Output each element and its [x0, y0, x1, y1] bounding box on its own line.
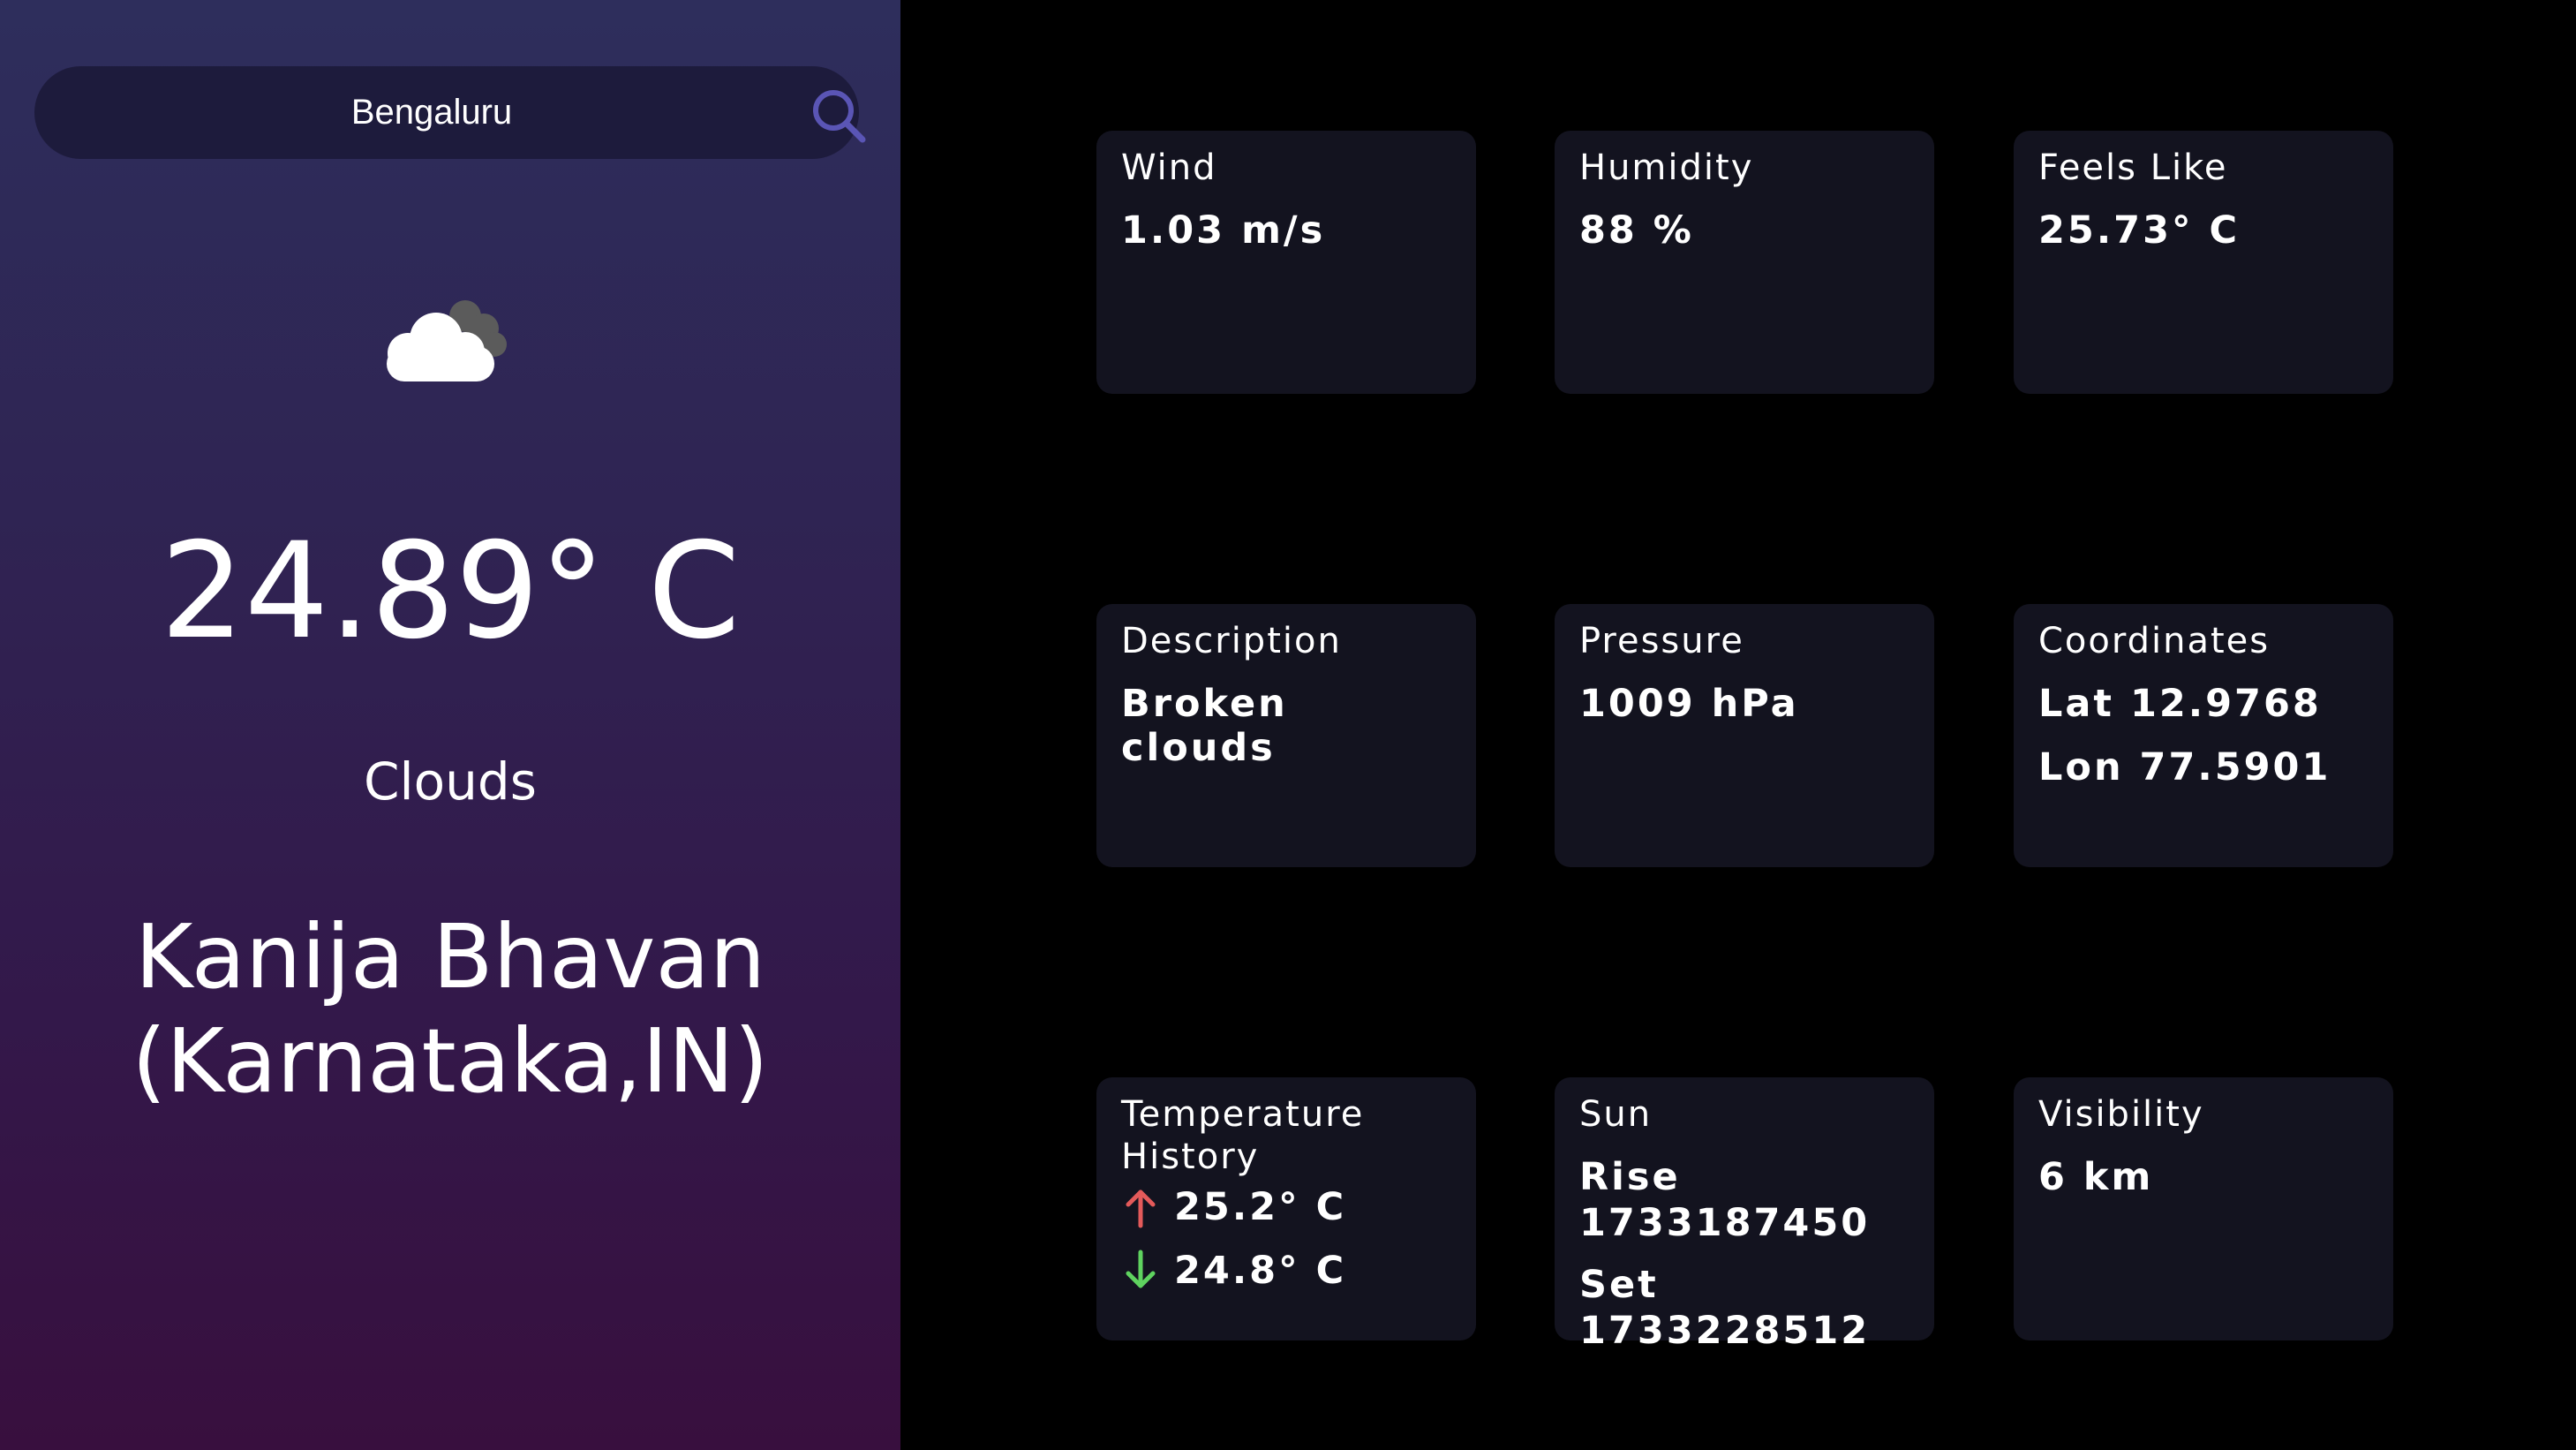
sunset-block: Set 1733228512 [1579, 1263, 1909, 1353]
temperature-history-card: Temperature History 25.2° C 24.8° C [1096, 1077, 1476, 1340]
arrow-down-icon [1126, 1250, 1156, 1288]
search-input[interactable] [87, 66, 776, 159]
sunset-label: Set [1579, 1263, 1659, 1307]
visibility-title: Visibility [2038, 1094, 2204, 1135]
pressure-title: Pressure [1579, 621, 1744, 661]
max-temperature-row: 25.2° C [1121, 1185, 1451, 1229]
coordinates-card: Coordinates Lat 12.9768 Lon 77.5901 [2014, 604, 2393, 867]
min-temperature-value: 24.8° C [1174, 1249, 1347, 1293]
sun-card: Sun Rise 1733187450 Set 1733228512 [1555, 1077, 1934, 1353]
description-title: Description [1121, 621, 1342, 661]
temperature-history-title-line2: History [1121, 1137, 1260, 1177]
visibility-value: 6 km [2038, 1155, 2154, 1199]
sunset-value: 1733228512 [1579, 1309, 1871, 1353]
latitude-value: Lat 12.9768 [2038, 682, 2322, 726]
search-icon[interactable] [807, 84, 870, 147]
pressure-card: Pressure 1009 hPa [1555, 604, 1934, 867]
current-temperature: 24.89° C [160, 515, 741, 668]
sunrise-value: 1733187450 [1579, 1201, 1871, 1245]
humidity-title: Humidity [1579, 147, 1754, 188]
wind-title: Wind [1121, 147, 1217, 188]
sun-title: Sun [1579, 1094, 1653, 1135]
temperature-history-title-line1: Temperature [1121, 1094, 1365, 1135]
search-bar [34, 66, 866, 159]
broken-clouds-icon [387, 300, 507, 381]
coordinates-title: Coordinates [2038, 621, 2271, 661]
wind-card: Wind 1.03 m/s [1096, 131, 1476, 394]
feels-like-title: Feels Like [2038, 147, 2228, 188]
arrow-up-icon [1126, 1189, 1156, 1228]
weather-condition: Clouds [364, 751, 537, 812]
visibility-card: Visibility 6 km [2014, 1077, 2393, 1340]
wind-value: 1.03 m/s [1121, 208, 1326, 253]
max-temperature-value: 25.2° C [1174, 1185, 1347, 1229]
feels-like-card: Feels Like 25.73° C [2014, 131, 2393, 394]
location-name: Kanija Bhavan (Karnataka,IN) [132, 905, 769, 1113]
humidity-card: Humidity 88 % [1555, 131, 1934, 394]
humidity-value: 88 % [1579, 208, 1694, 253]
current-weather-panel: 24.89° C Clouds Kanija Bhavan (Karnataka… [0, 0, 900, 1450]
pressure-value: 1009 hPa [1579, 682, 1799, 726]
feels-like-value: 25.73° C [2038, 208, 2241, 253]
sunrise-block: Rise 1733187450 [1579, 1155, 1909, 1245]
longitude-value: Lon 77.5901 [2038, 745, 2331, 789]
description-card: Description Broken clouds [1096, 604, 1476, 867]
description-value: Broken clouds [1121, 682, 1288, 770]
min-temperature-row: 24.8° C [1121, 1249, 1451, 1293]
sunrise-label: Rise [1579, 1155, 1681, 1199]
